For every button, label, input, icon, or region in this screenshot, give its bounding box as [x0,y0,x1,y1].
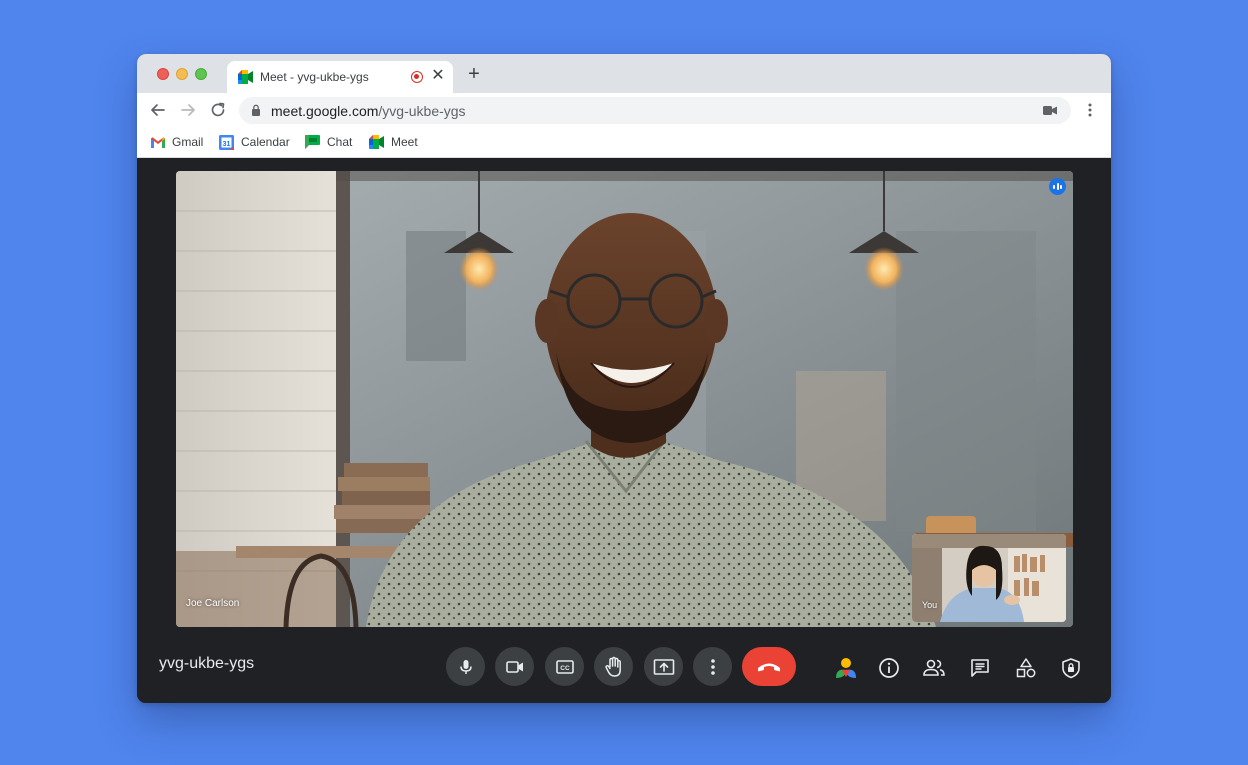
activities-icon [1016,658,1036,678]
camera-in-use-icon[interactable] [1043,105,1057,116]
calendar-icon: 31 [219,134,234,150]
minimize-window-button[interactable] [176,68,188,80]
bookmark-chat[interactable]: Chat [305,134,352,150]
host-controls-icon [1062,658,1080,679]
svg-text:CC: CC [560,665,570,672]
url-host: meet.google.com [271,103,379,119]
info-icon [879,658,899,678]
maximize-window-button[interactable] [195,68,207,80]
more-options-icon [710,658,715,675]
meeting-stage: Joe Carlson You yvg-ukbe-ygs CC [137,158,1111,703]
meeting-code: yvg-ukbe-ygs [159,655,255,672]
effects-button[interactable] [834,656,858,680]
more-options-button[interactable] [693,647,732,686]
chat-icon [971,659,989,677]
speaking-indicator-icon [1049,178,1066,195]
raise-hand-icon [604,656,621,677]
bookmark-label: Calendar [241,135,290,149]
present-button[interactable] [644,647,683,686]
chat-icon [305,135,320,149]
camera-icon [505,660,523,673]
url-path: /yvg-ukbe-ygs [378,103,466,119]
bookmark-label: Chat [327,135,353,149]
present-icon [653,658,674,675]
camera-button[interactable] [495,647,534,686]
participant-name: Joe Carlson [186,598,240,609]
bookmarks-bar: Gmail 31 Calendar Chat Meet [137,127,1111,158]
meeting-info-button[interactable] [877,656,901,680]
tab-strip: Meet - yvg-ukbe-ygs ✕ + [137,54,1111,93]
browser-menu-icon[interactable] [1085,102,1095,118]
tab-close-button[interactable]: ✕ [430,67,446,85]
effects-icon [836,658,856,678]
browser-window: Meet - yvg-ukbe-ygs ✕ + meet.google.com/… [137,54,1111,703]
self-view-video[interactable]: You [912,534,1066,622]
recording-icon [411,71,423,83]
microphone-icon [459,659,472,674]
meet-icon [369,135,384,149]
activities-button[interactable] [1014,656,1038,680]
gmail-icon [151,136,165,148]
new-tab-button[interactable]: + [465,64,483,84]
back-icon[interactable] [149,101,167,119]
bookmark-label: Meet [391,135,418,149]
host-controls-button[interactable] [1059,656,1083,680]
captions-icon: CC [555,659,574,674]
people-button[interactable] [922,656,946,680]
tab-meet[interactable]: Meet - yvg-ukbe-ygs ✕ [227,61,453,93]
bookmark-meet[interactable]: Meet [369,134,418,150]
meet-icon [238,70,253,84]
tab-title: Meet - yvg-ukbe-ygs [260,70,369,84]
hang-up-button[interactable] [742,647,796,686]
reload-icon[interactable] [209,101,227,119]
lock-icon [252,104,260,116]
address-bar[interactable]: meet.google.com/yvg-ukbe-ygs [239,97,1071,124]
calendar-badge: 31 [223,141,231,148]
url-text: meet.google.com/yvg-ukbe-ygs [271,103,466,119]
self-label: You [922,600,938,610]
bookmark-gmail[interactable]: Gmail [151,134,203,150]
forward-icon[interactable] [179,101,197,119]
hang-up-icon [758,663,780,671]
bookmark-label: Gmail [172,135,204,149]
raise-hand-button[interactable] [594,647,633,686]
bookmark-calendar[interactable]: 31 Calendar [219,134,290,150]
close-window-button[interactable] [157,68,169,80]
captions-button[interactable]: CC [545,647,584,686]
browser-toolbar: meet.google.com/yvg-ukbe-ygs [137,93,1111,127]
chat-button[interactable] [968,656,992,680]
microphone-button[interactable] [446,647,485,686]
people-icon [923,659,945,676]
